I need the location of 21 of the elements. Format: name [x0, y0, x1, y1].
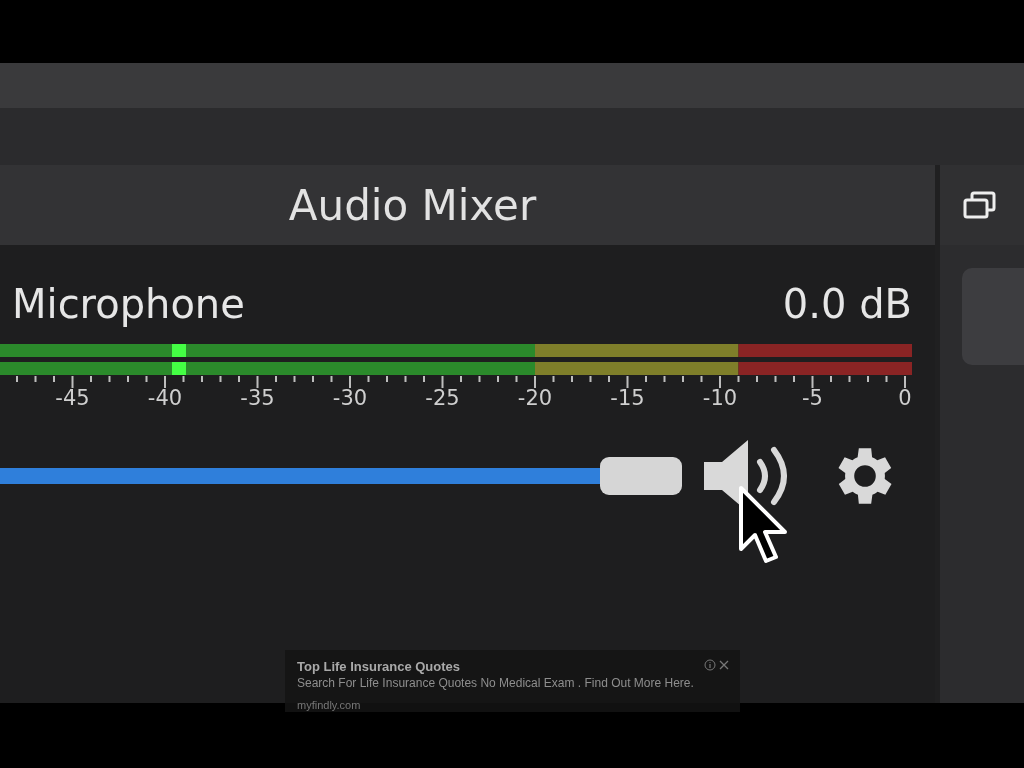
undock-icon[interactable]	[962, 190, 998, 220]
scale-label: -25	[425, 386, 460, 410]
scale-label: 0	[898, 386, 912, 410]
ad-text: Search For Life Insurance Quotes No Medical Exam . Find Out More Here.	[297, 676, 694, 690]
volume-reading: 0.0 dB	[782, 281, 912, 327]
scale-label: -10	[702, 386, 738, 410]
scale-label: -45	[55, 386, 90, 410]
info-close-icon[interactable]	[704, 659, 730, 671]
slider-handle[interactable]	[600, 457, 682, 495]
scale-label: -40	[147, 386, 183, 410]
scale-label: -15	[610, 386, 645, 410]
panel-title: Audio Mixer	[288, 180, 537, 230]
ad-overlay[interactable]: Top Life Insurance Quotes Search For Life Insurance Quotes No Medical Exam . Find Out More Here. myfindly.com	[285, 650, 740, 712]
volume-slider[interactable]	[0, 456, 682, 496]
scale-label: -30	[332, 386, 368, 410]
scale-label: -20	[517, 386, 553, 410]
ad-title: Top Life Insurance Quotes	[297, 659, 460, 674]
scale-label: -5	[802, 386, 823, 410]
channel-name: Microphone	[12, 281, 245, 327]
ad-domain: myfindly.com	[297, 699, 361, 711]
scale-label: -35	[240, 386, 275, 410]
